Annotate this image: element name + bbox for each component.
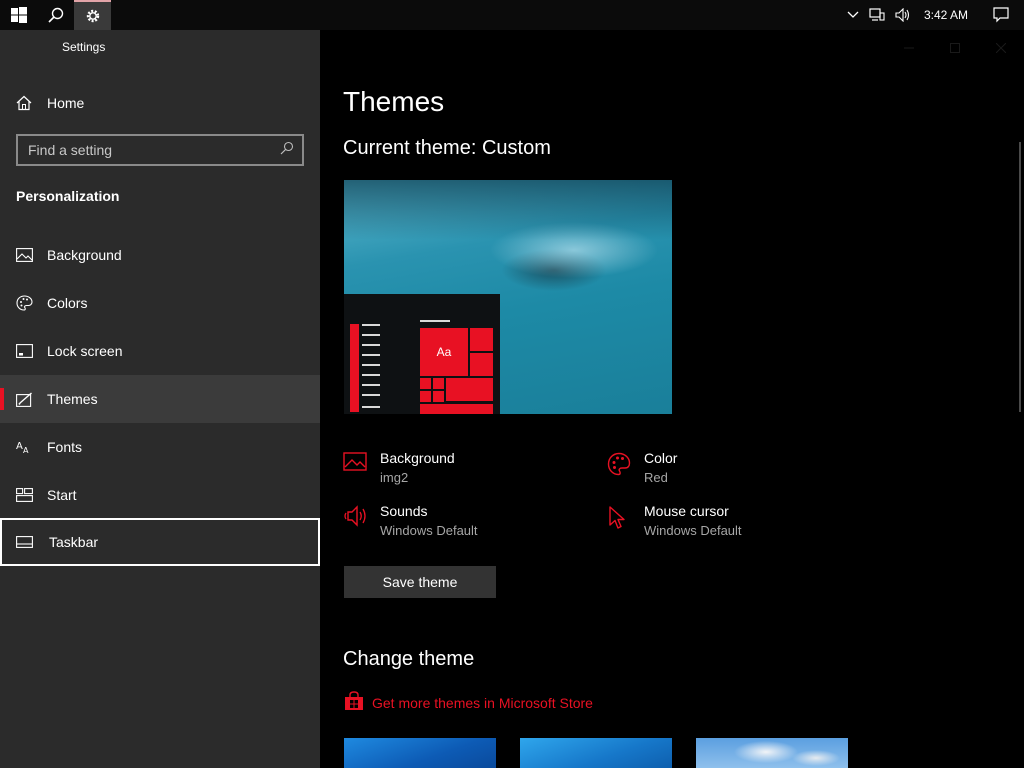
save-theme-button[interactable]: Save theme <box>344 566 496 598</box>
store-link-label: Get more themes in Microsoft Store <box>372 694 593 711</box>
prop-value: img2 <box>380 470 409 485</box>
theme-thumbnail[interactable] <box>520 738 672 768</box>
sidebar-item-taskbar[interactable]: Taskbar <box>0 518 320 566</box>
store-link[interactable]: Get more themes in Microsoft Store <box>344 691 593 714</box>
maximize-icon[interactable] <box>932 38 978 58</box>
picture-icon <box>0 248 47 262</box>
prop-name: Background <box>380 450 455 466</box>
search-icon[interactable] <box>37 0 74 30</box>
action-center-icon[interactable] <box>978 0 1024 30</box>
fonts-icon: AA <box>0 440 47 454</box>
sidebar: Settings Home Personalization Background… <box>0 30 320 768</box>
svg-text:A: A <box>23 446 29 454</box>
volume-icon[interactable] <box>890 0 916 30</box>
chevron-up-icon[interactable] <box>842 0 864 30</box>
themes-icon <box>0 391 47 407</box>
sidebar-item-label: Background <box>47 247 122 263</box>
lock-screen-icon <box>0 344 47 358</box>
search-input[interactable] <box>28 142 280 158</box>
prop-value: Windows Default <box>380 523 478 538</box>
speaker-icon <box>343 503 380 538</box>
prop-name: Color <box>644 450 678 466</box>
sidebar-item-label: Fonts <box>47 439 83 455</box>
windows-start-icon[interactable] <box>0 0 37 30</box>
settings-gear-icon[interactable] <box>74 0 111 30</box>
sidebar-item-home[interactable]: Home <box>0 79 320 127</box>
picture-icon <box>343 450 380 485</box>
sidebar-item-label: Lock screen <box>47 343 123 359</box>
close-icon[interactable] <box>978 38 1024 58</box>
clock[interactable]: 3:42 AM <box>916 8 978 22</box>
prop-value: Red <box>644 470 668 485</box>
search-box[interactable] <box>16 134 304 166</box>
theme-thumbnail[interactable] <box>344 738 496 768</box>
prop-value: Windows Default <box>644 523 742 538</box>
store-bag-icon <box>344 691 364 714</box>
cursor-icon <box>607 503 644 538</box>
sidebar-item-label: Start <box>47 487 77 503</box>
sidebar-item-fonts[interactable]: AA Fonts <box>0 423 320 471</box>
taskbar-icon <box>2 536 49 548</box>
current-theme-title: Current theme: Custom <box>343 137 551 159</box>
sidebar-item-colors[interactable]: Colors <box>0 279 320 327</box>
app-title: Settings <box>62 40 106 54</box>
section-title: Personalization <box>16 188 120 204</box>
system-tray: 3:42 AM <box>842 0 1024 30</box>
sidebar-item-label: Themes <box>47 391 98 407</box>
minimize-icon[interactable] <box>886 38 932 58</box>
prop-name: Sounds <box>380 503 428 519</box>
main-content: Themes Current theme: Custom Aa Backgrou… <box>320 30 1024 768</box>
palette-icon <box>607 450 644 485</box>
sidebar-item-start[interactable]: Start <box>0 471 320 519</box>
sidebar-item-label: Home <box>47 95 85 111</box>
prop-name: Mouse cursor <box>644 503 729 519</box>
theme-prop-sounds[interactable]: Sounds Windows Default <box>343 503 478 538</box>
theme-preview: Aa <box>344 180 672 414</box>
sidebar-item-label: Taskbar <box>49 534 99 550</box>
sidebar-item-lock-screen[interactable]: Lock screen <box>0 327 320 375</box>
change-theme-title: Change theme <box>343 648 475 670</box>
start-icon <box>0 488 47 502</box>
home-icon <box>0 95 47 111</box>
page-title: Themes <box>343 86 445 117</box>
sidebar-item-themes[interactable]: Themes <box>0 375 320 423</box>
theme-prop-background[interactable]: Background img2 <box>343 450 455 485</box>
preview-tile: Aa <box>420 328 468 376</box>
taskbar: 3:42 AM <box>0 0 1024 30</box>
search-icon[interactable] <box>280 141 294 160</box>
preview-start-menu: Aa <box>344 294 500 414</box>
scrollbar[interactable] <box>1019 142 1021 412</box>
theme-prop-mouse-cursor[interactable]: Mouse cursor Windows Default <box>607 503 742 538</box>
network-icon[interactable] <box>864 0 890 30</box>
sidebar-item-label: Colors <box>47 295 88 311</box>
svg-text:A: A <box>16 441 23 452</box>
theme-prop-color[interactable]: Color Red <box>607 450 677 485</box>
preview-wallpaper <box>344 180 672 240</box>
sidebar-item-background[interactable]: Background <box>0 231 320 279</box>
palette-icon <box>0 295 47 311</box>
theme-thumbnail[interactable] <box>696 738 848 768</box>
